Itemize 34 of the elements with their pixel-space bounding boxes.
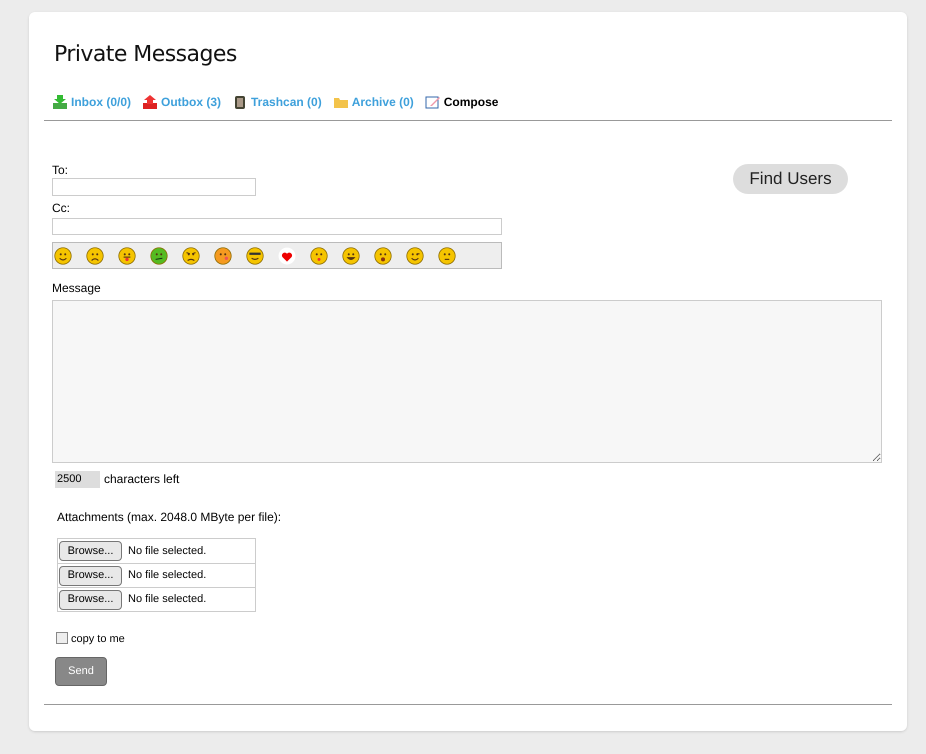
counter-label: characters left (104, 471, 180, 488)
outbox-icon (142, 94, 158, 110)
inbox-icon (52, 94, 68, 110)
file-status: No file selected. (128, 568, 206, 584)
to-field[interactable] (52, 178, 256, 196)
smiley-icon[interactable] (54, 246, 72, 264)
smiley-icon[interactable] (118, 246, 136, 264)
message-label: Message (52, 280, 102, 297)
to-label: To: (52, 162, 70, 178)
copy-to-me-label: copy to me (71, 632, 125, 647)
smiley-icon[interactable] (182, 246, 200, 264)
cc-field[interactable] (52, 218, 502, 235)
compose-icon (424, 94, 441, 110)
smiley-icon[interactable] (374, 246, 392, 264)
smiley-icon[interactable] (406, 246, 424, 264)
message-field[interactable] (52, 300, 882, 463)
nav-link[interactable]: Compose (424, 93, 498, 111)
smiley-icon[interactable] (150, 246, 168, 264)
attachments-label: Attachments (max. 2048.0 MByte per file): (57, 509, 282, 526)
file-status: No file selected. (128, 592, 206, 608)
browse-button[interactable]: Browse... (59, 566, 122, 586)
send-button[interactable]: Send (55, 656, 107, 686)
page-title: Private Messages (54, 42, 238, 68)
browse-button[interactable]: Browse... (59, 541, 122, 561)
find-users-button[interactable]: Find Users (733, 164, 848, 194)
character-counter: 2500 (55, 470, 100, 488)
smiley-icon[interactable] (86, 246, 104, 264)
browse-button[interactable]: Browse... (59, 590, 122, 610)
smiley-icon[interactable] (246, 246, 264, 264)
smiley-icon[interactable] (438, 246, 456, 264)
file-status: No file selected. (128, 544, 206, 559)
smiley-icon[interactable] (342, 246, 360, 264)
cc-label: Cc: (52, 200, 71, 216)
copy-checkbox[interactable] (56, 632, 68, 644)
